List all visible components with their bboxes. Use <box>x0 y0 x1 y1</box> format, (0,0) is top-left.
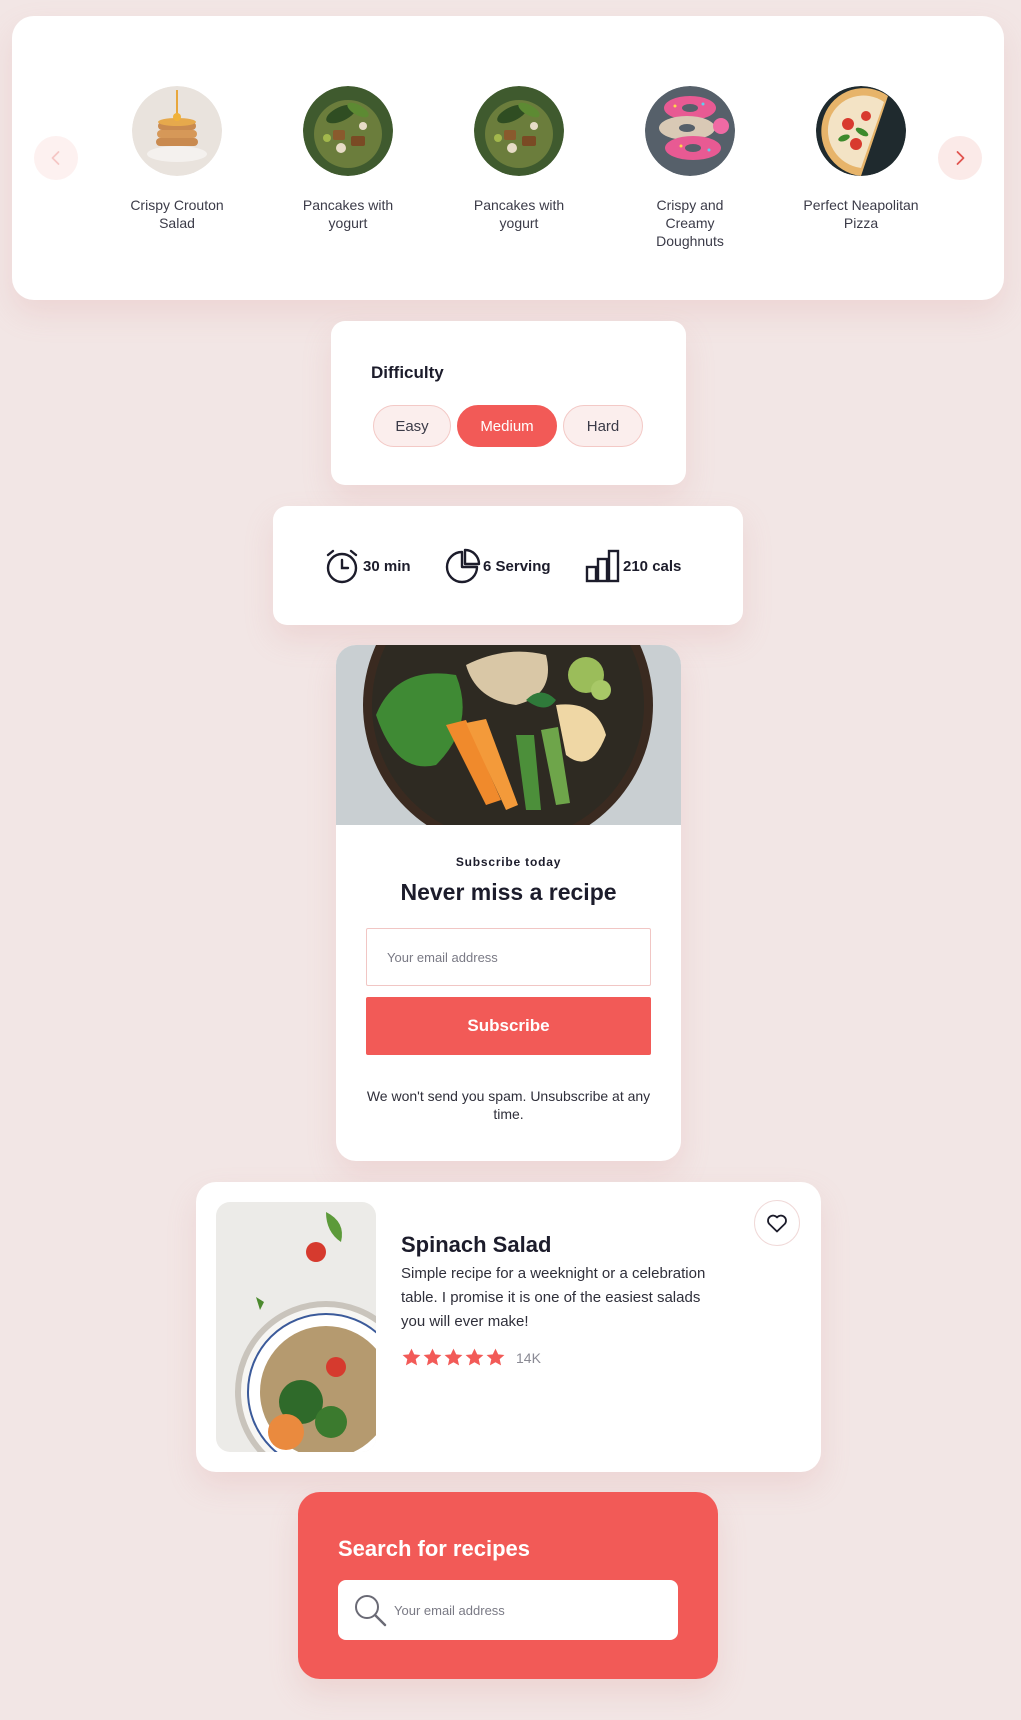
recipe-card[interactable]: Spinach Salad Simple recipe for a weekni… <box>196 1182 821 1472</box>
carousel-item-pizza[interactable]: Perfect Neapolitan Pizza <box>786 86 936 232</box>
carousel-item-label: Perfect Neapolitan Pizza <box>803 197 919 231</box>
carousel-item-pancakes-yogurt[interactable]: Pancakes with yogurt <box>273 86 423 232</box>
difficulty-hard-button[interactable]: Hard <box>563 405 643 447</box>
bar-chart-icon <box>585 549 620 583</box>
recipe-title: Spinach Salad <box>401 1232 552 1257</box>
pizza-photo <box>816 86 906 176</box>
stat-time-label: 30 min <box>363 557 411 575</box>
subscribe-note: We won't send you spam. Unsubscribe at a… <box>366 1088 651 1122</box>
stat-calories: 210 cals <box>583 546 681 586</box>
star-icon <box>402 1348 421 1366</box>
carousel-item-pancakes-yogurt-2[interactable]: Pancakes with yogurt <box>444 86 594 232</box>
recipe-rating: 14K <box>401 1347 541 1368</box>
star-icon <box>423 1348 442 1366</box>
doughnuts-photo <box>645 86 735 176</box>
recipe-description: Simple recipe for a weeknight or a celeb… <box>401 1265 706 1330</box>
recipe-carousel: Crispy Crouton Salad Pancakes with yogur… <box>12 16 1004 300</box>
subscribe-card: Subscribe today Never miss a recipe Subs… <box>336 645 681 1161</box>
alarm-clock-icon <box>326 549 358 584</box>
spinach-salad-photo <box>216 1202 376 1452</box>
recipe-review-count: 14K <box>516 1349 541 1366</box>
carousel-item-label: Pancakes with yogurt <box>473 197 565 231</box>
search-box[interactable] <box>338 1580 678 1640</box>
search-title: Search for recipes <box>338 1536 530 1561</box>
bowl-photo <box>474 86 564 176</box>
carousel-item-crouton-salad[interactable]: Crispy Crouton Salad <box>102 86 252 232</box>
chevron-left-icon <box>51 151 60 165</box>
stat-time: 30 min <box>323 546 411 586</box>
chevron-right-icon <box>956 151 965 165</box>
bowl-photo <box>303 86 393 176</box>
search-input[interactable] <box>394 1580 664 1640</box>
subscribe-title: Never miss a recipe <box>400 879 617 905</box>
carousel-item-label: Crispy Crouton Salad <box>130 197 224 231</box>
star-icon <box>444 1348 463 1366</box>
carousel-item-label: Crispy and Creamy Doughnuts <box>656 197 724 249</box>
recipe-stats-card: 30 min 6 Serving 210 cals <box>273 506 743 625</box>
stat-servings-label: 6 Serving <box>483 557 551 575</box>
carousel-item-doughnuts[interactable]: Crispy and Creamy Doughnuts <box>615 86 765 250</box>
carousel-prev-button[interactable] <box>34 136 78 180</box>
subscribe-button[interactable]: Subscribe <box>366 997 651 1055</box>
carousel-item-label: Pancakes with yogurt <box>302 197 394 231</box>
subscribe-kicker: Subscribe today <box>455 855 562 869</box>
star-icon <box>465 1348 484 1366</box>
stat-servings: 6 Serving <box>443 546 551 586</box>
difficulty-easy-button[interactable]: Easy <box>373 405 451 447</box>
pie-chart-icon <box>445 548 481 584</box>
heart-icon <box>767 1214 787 1233</box>
difficulty-title: Difficulty <box>371 363 444 382</box>
subscribe-email-input[interactable] <box>366 928 651 986</box>
difficulty-card: Difficulty Easy Medium Hard <box>331 321 686 485</box>
difficulty-medium-button[interactable]: Medium <box>457 405 557 447</box>
pancakes-photo <box>132 86 222 176</box>
search-icon <box>355 1595 387 1627</box>
stat-calories-label: 210 cals <box>623 557 682 575</box>
carousel-next-button[interactable] <box>938 136 982 180</box>
search-card: Search for recipes <box>298 1492 718 1679</box>
star-icon <box>486 1348 505 1366</box>
salad-bowl-photo <box>336 645 681 825</box>
favorite-button[interactable] <box>754 1200 800 1246</box>
